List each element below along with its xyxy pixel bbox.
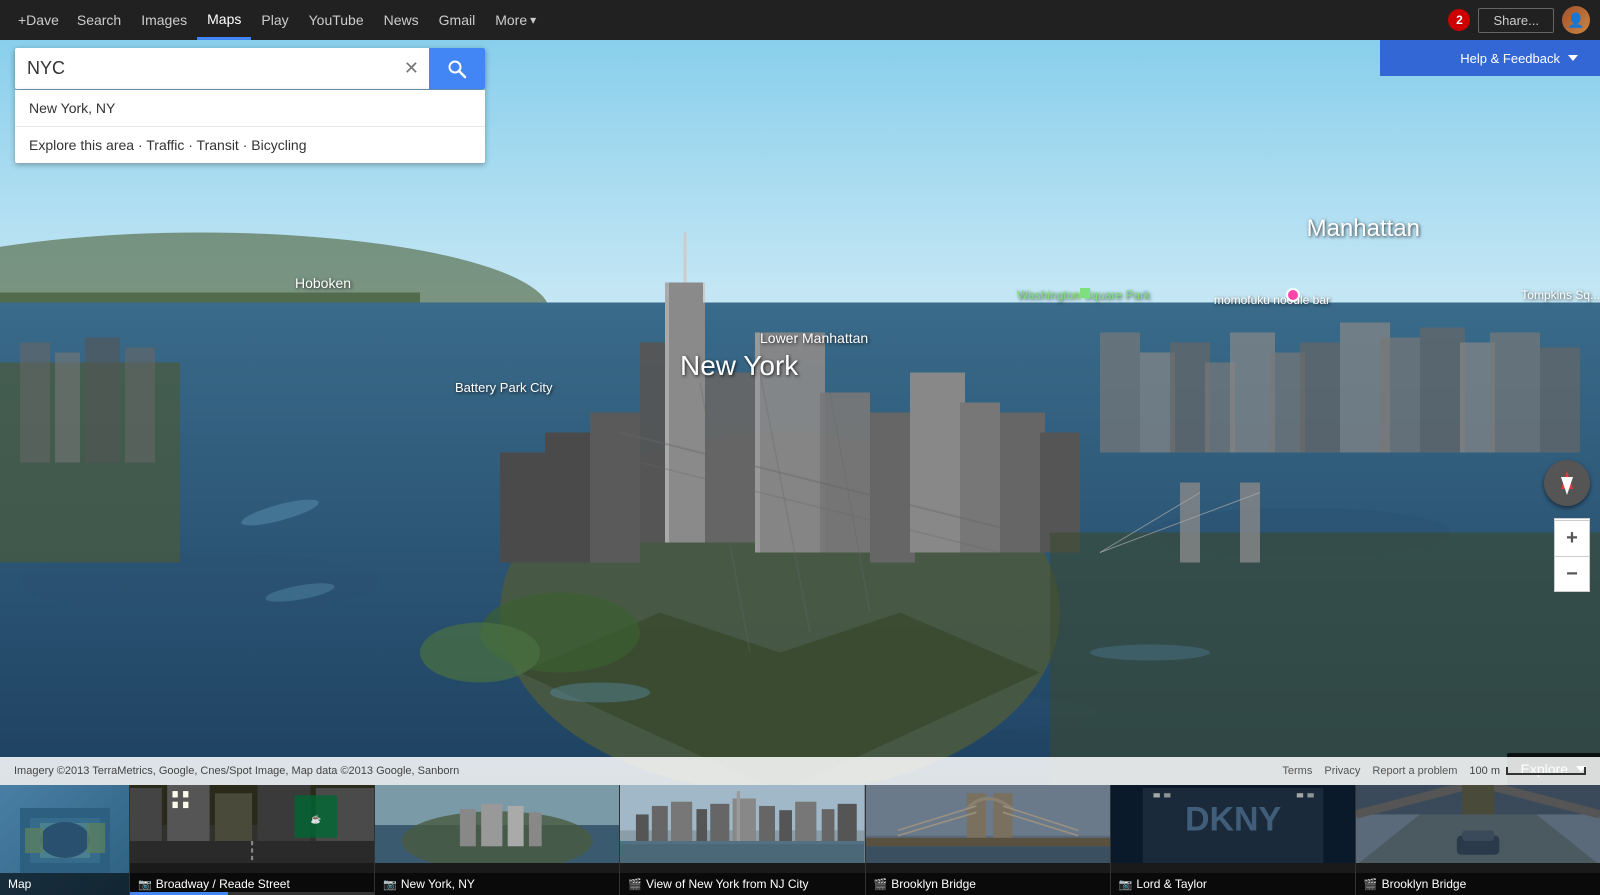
svg-text:DKNY: DKNY <box>1185 800 1282 838</box>
thumbnail-brooklyn2[interactable]: 🎬 Brooklyn Bridge <box>1356 785 1600 895</box>
brooklyn-video-icon: 🎬 <box>874 878 888 891</box>
thumbnail-broadway[interactable]: ☕ 📷 Broadway / Reade Street <box>130 785 375 895</box>
thumbnail-map[interactable]: Map <box>0 785 130 895</box>
nav-images[interactable]: Images <box>131 0 197 40</box>
search-dropdown: New York, NY Explore this area · Traffic… <box>15 90 485 163</box>
thumbnail-view[interactable]: 🎬 View of New York from NJ City <box>620 785 865 895</box>
avatar[interactable]: 👤 <box>1562 6 1590 34</box>
momofuku-pin <box>1286 288 1300 302</box>
zoom-out-button[interactable]: − <box>1554 556 1590 592</box>
scale-line <box>1506 767 1586 775</box>
scale-label: 100 m <box>1469 765 1500 777</box>
nav-youtube[interactable]: YouTube <box>299 0 374 40</box>
thumbnail-newyork-text: New York, NY <box>401 877 475 891</box>
thumbnail-lord-label: 📷 Lord & Taylor <box>1111 873 1355 895</box>
thumbnail-brooklyn-label: 🎬 Brooklyn Bridge <box>866 873 1110 895</box>
search-input[interactable] <box>15 48 394 89</box>
map-controls: + − <box>1554 520 1590 592</box>
nav-maps[interactable]: Maps <box>197 0 251 40</box>
thumbnail-brooklyn2-bg <box>1356 785 1600 863</box>
compass[interactable] <box>1544 460 1590 506</box>
nav-right: 2 Share... 👤 <box>1448 6 1590 34</box>
search-clear-button[interactable]: ✕ <box>394 48 429 89</box>
nav-more[interactable]: More ▾ <box>485 0 546 40</box>
search-button[interactable] <box>429 48 485 89</box>
dropdown-new-york-title: New York, NY <box>29 100 471 116</box>
thumbnail-lord-bg: DKNY <box>1111 785 1355 863</box>
thumbnail-map-text: Map <box>8 877 31 891</box>
terms-link[interactable]: Terms <box>1282 765 1312 777</box>
report-link[interactable]: Report a problem <box>1372 765 1457 777</box>
search-container: ✕ <box>15 48 485 89</box>
thumbnail-ny-bg <box>375 785 619 863</box>
compass-inner <box>1555 471 1579 495</box>
map-area[interactable]: Manhattan New York Lower Manhattan Hobok… <box>0 40 1600 895</box>
view-thumbnail-svg <box>620 785 864 863</box>
thumbnail-view-bg <box>620 785 864 863</box>
washington-sq-dot <box>1080 288 1090 298</box>
brooklyn2-video-icon: 🎬 <box>1364 878 1378 891</box>
compass-south <box>1561 477 1573 495</box>
thumbnail-newyork-label: 📷 New York, NY <box>375 873 619 895</box>
map-thumbnail-svg <box>20 808 110 873</box>
thumbnail-map-label: Map <box>0 873 129 895</box>
nav-search[interactable]: Search <box>67 0 131 40</box>
dropdown-explore[interactable]: Explore this area · Traffic · Transit · … <box>15 127 485 163</box>
dropdown-new-york[interactable]: New York, NY <box>15 90 485 127</box>
brooklyn2-thumbnail-svg <box>1356 785 1600 863</box>
zoom-in-button[interactable]: + <box>1554 520 1590 556</box>
thumbnail-broadway-bg: ☕ <box>130 785 374 863</box>
thumbnail-lord-text: Lord & Taylor <box>1136 877 1206 891</box>
thumbnail-newyork[interactable]: 📷 New York, NY <box>375 785 620 895</box>
nav-gmail[interactable]: Gmail <box>429 0 486 40</box>
chevron-down-icon <box>1568 55 1578 61</box>
thumbnail-strip: Map <box>0 785 1600 895</box>
share-button[interactable]: Share... <box>1478 8 1554 33</box>
helpbar: Help & Feedback <box>1380 40 1600 76</box>
thumbnail-brooklyn-bg <box>866 785 1110 863</box>
dropdown-explore-text: Explore this area · Traffic · Transit · … <box>29 137 471 153</box>
lord-camera-icon: 📷 <box>1119 878 1133 891</box>
thumbnail-broadway-text: Broadway / Reade Street <box>156 877 290 891</box>
nav-plus-dave[interactable]: +Dave <box>10 0 67 40</box>
avatar-image: 👤 <box>1562 6 1590 34</box>
thumbnail-brooklyn2-label: 🎬 Brooklyn Bridge <box>1356 873 1600 895</box>
search-icon <box>447 59 467 79</box>
newyork-camera-icon: 📷 <box>383 878 397 891</box>
footer: Imagery ©2013 TerraMetrics, Google, Cnes… <box>0 757 1600 785</box>
thumbnail-brooklyn[interactable]: 🎬 Brooklyn Bridge <box>866 785 1111 895</box>
broadway-thumbnail-svg: ☕ <box>130 785 374 863</box>
thumbnail-lord[interactable]: DKNY 📷 Lord & Taylor <box>1111 785 1356 895</box>
thumbnail-view-label: 🎬 View of New York from NJ City <box>620 873 864 895</box>
thumbnail-brooklyn-text: Brooklyn Bridge <box>891 877 976 891</box>
thumbnail-view-text: View of New York from NJ City <box>646 877 809 891</box>
brooklyn-thumbnail-svg <box>866 785 1110 863</box>
help-feedback-button[interactable]: Help & Feedback <box>1448 51 1590 66</box>
newyork-thumbnail-svg <box>375 785 619 863</box>
thumbnail-brooklyn2-text: Brooklyn Bridge <box>1382 877 1467 891</box>
scale-bar: 100 m <box>1469 765 1586 777</box>
nav-news[interactable]: News <box>374 0 429 40</box>
nav-play[interactable]: Play <box>251 0 298 40</box>
notification-badge[interactable]: 2 <box>1448 9 1470 31</box>
imagery-attribution: Imagery ©2013 TerraMetrics, Google, Cnes… <box>14 765 459 777</box>
searchbar: ✕ New York, NY Explore this area · Traff… <box>15 48 485 163</box>
footer-links: Terms Privacy Report a problem 100 m <box>1282 765 1586 777</box>
privacy-link[interactable]: Privacy <box>1324 765 1360 777</box>
lord-thumbnail-svg: DKNY <box>1111 785 1355 863</box>
topbar: +Dave Search Images Maps Play YouTube Ne… <box>0 0 1600 40</box>
svg-text:☕: ☕ <box>310 814 321 824</box>
view-video-icon: 🎬 <box>628 878 642 891</box>
broadway-camera-icon: 📷 <box>138 878 152 891</box>
